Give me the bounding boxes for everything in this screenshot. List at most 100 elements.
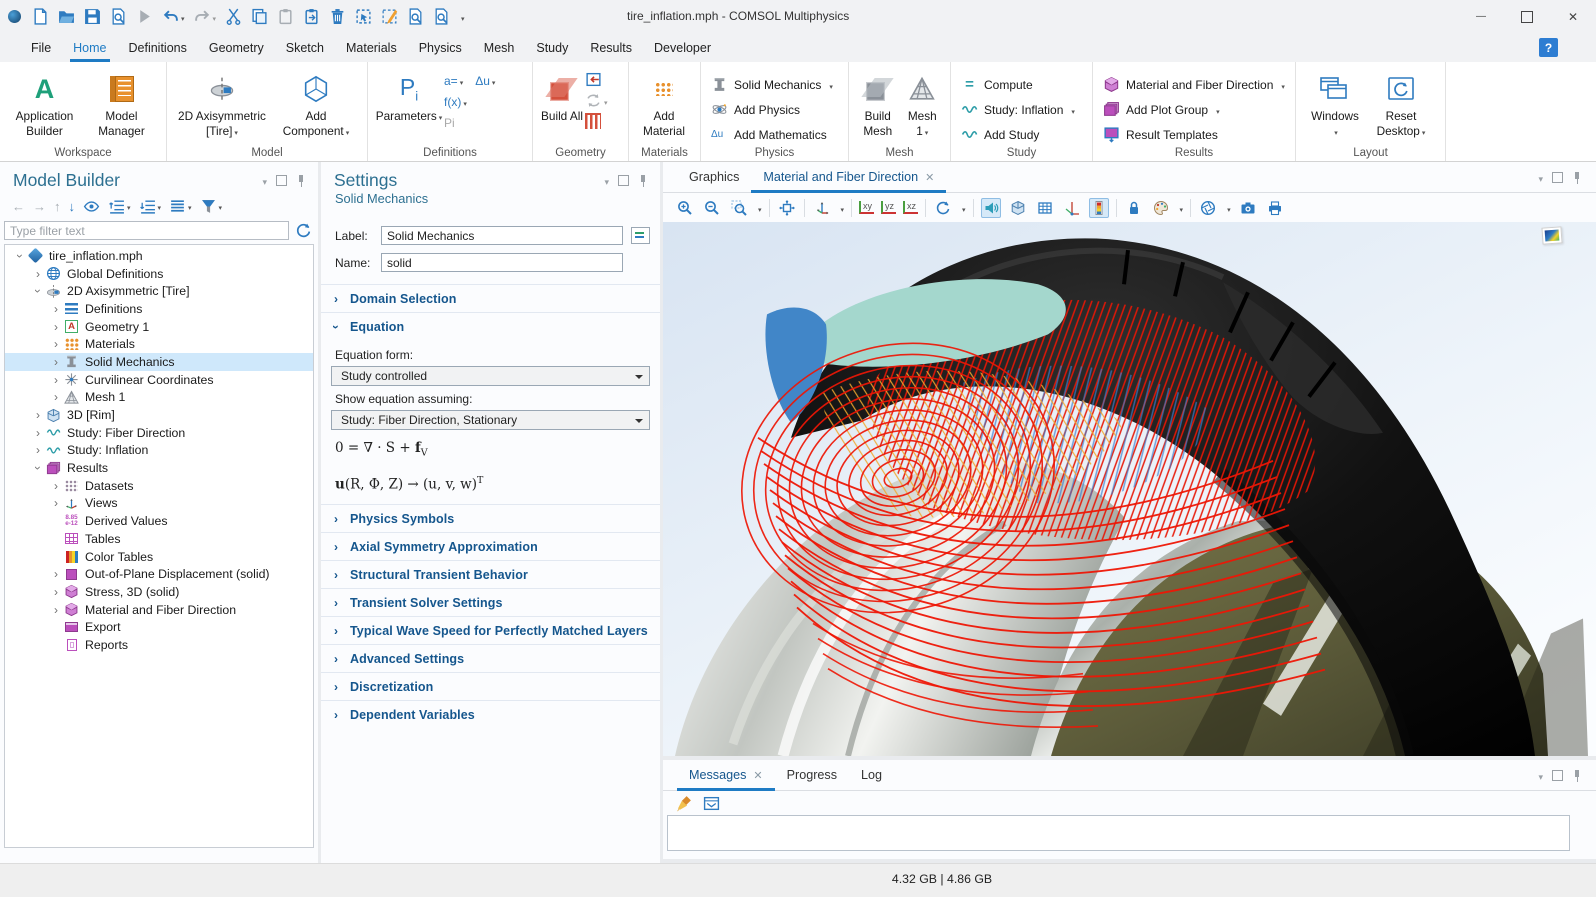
tree-item-study-inflation[interactable]: Study: Inflation xyxy=(5,442,313,460)
go-to-yz-view-button[interactable]: yz xyxy=(881,201,896,214)
build-mesh-button[interactable]: Build Mesh xyxy=(855,66,900,138)
section-wave-speed[interactable]: Typical Wave Speed for Perfectly Matched… xyxy=(321,616,660,644)
run-icon[interactable] xyxy=(136,8,153,25)
go-to-xz-view-button[interactable]: xz xyxy=(903,201,918,214)
section-equation[interactable]: Equation xyxy=(321,312,660,340)
tab-log[interactable]: Log xyxy=(849,760,894,790)
show-equation-select[interactable]: Study: Fiber Direction, Stationary xyxy=(331,410,650,430)
transparency-toggle[interactable] xyxy=(1008,198,1028,218)
go-to-xy-view-button[interactable]: xy xyxy=(859,201,874,214)
tree-item-3d-rim[interactable]: 3D [Rim] xyxy=(5,406,313,424)
customize-toolbar-chevron-icon[interactable] xyxy=(459,10,465,24)
save-icon[interactable] xyxy=(84,8,101,25)
section-axial-symmetry[interactable]: Axial Symmetry Approximation xyxy=(321,532,660,560)
name-input[interactable] xyxy=(381,253,623,272)
section-discretization[interactable]: Discretization xyxy=(321,672,660,700)
pin-panel-icon[interactable] xyxy=(1572,770,1582,782)
panel-menu-icon[interactable] xyxy=(1538,171,1543,185)
menu-mesh[interactable]: Mesh xyxy=(473,33,526,62)
new-file-icon[interactable] xyxy=(32,8,49,25)
expand-all-button[interactable] xyxy=(139,198,162,215)
tree-item-derived-values[interactable]: 8.85e-12Derived Values xyxy=(5,512,313,530)
maximize-button[interactable] xyxy=(1504,0,1550,33)
wireframe-toggle[interactable] xyxy=(1035,198,1055,218)
plot-thumbnail-icon[interactable] xyxy=(1541,226,1562,244)
close-tab-icon[interactable]: ✕ xyxy=(925,171,934,184)
zoom-in-button[interactable] xyxy=(675,198,695,218)
menu-materials[interactable]: Materials xyxy=(335,33,408,62)
find-icon[interactable] xyxy=(407,8,424,25)
expander-icon[interactable] xyxy=(49,373,63,387)
expander-icon[interactable] xyxy=(49,496,63,510)
expander-icon[interactable] xyxy=(49,603,63,617)
add-study-button[interactable]: Add Study xyxy=(957,122,1079,147)
expander-icon[interactable] xyxy=(49,355,63,369)
section-dependent-variables[interactable]: Dependent Variables xyxy=(321,700,660,728)
menu-geometry[interactable]: Geometry xyxy=(198,33,275,62)
section-physics-symbols[interactable]: Physics Symbols xyxy=(321,504,660,532)
nonlocal-couplings-button[interactable]: Δu xyxy=(475,74,495,88)
tree-item-study-fiber-direction[interactable]: Study: Fiber Direction xyxy=(5,424,313,442)
expander-icon[interactable] xyxy=(31,408,45,422)
panel-menu-icon[interactable] xyxy=(604,174,609,188)
color-theme-button[interactable] xyxy=(1151,198,1171,218)
delete-icon[interactable] xyxy=(329,8,346,25)
detach-panel-icon[interactable] xyxy=(276,175,287,186)
expander-icon[interactable] xyxy=(49,567,63,581)
tree-filter-input[interactable] xyxy=(4,221,289,240)
add-plot-group-button[interactable]: Add Plot Group xyxy=(1099,97,1289,122)
collapse-all-button[interactable] xyxy=(108,198,131,215)
default-view-button[interactable] xyxy=(812,198,832,218)
tab-material-fiber-direction[interactable]: Material and Fiber Direction✕ xyxy=(751,162,946,192)
move-up-icon[interactable]: ↑ xyxy=(54,199,61,214)
add-physics-button[interactable]: Add Physics xyxy=(707,97,837,122)
tree-item-curvilinear-coordinates[interactable]: Curvilinear Coordinates xyxy=(5,371,313,389)
snapshot-button[interactable] xyxy=(1238,198,1258,218)
expander-icon[interactable] xyxy=(31,461,45,475)
tree-item-color-tables[interactable]: Color Tables xyxy=(5,548,313,566)
section-transient-solver[interactable]: Transient Solver Settings xyxy=(321,588,660,616)
work-plane-icon[interactable] xyxy=(585,113,601,129)
expander-icon[interactable] xyxy=(31,267,45,281)
panel-menu-icon[interactable] xyxy=(262,174,267,188)
back-icon[interactable]: ← xyxy=(12,199,25,214)
tree-item-results[interactable]: Results xyxy=(5,459,313,477)
tree-item-stress-3d[interactable]: Stress, 3D (solid) xyxy=(5,583,313,601)
add-mathematics-button[interactable]: Δu Add Mathematics xyxy=(707,122,837,147)
equation-form-select[interactable]: Study controlled xyxy=(331,366,650,386)
tab-graphics[interactable]: Graphics xyxy=(677,162,751,192)
copy-icon[interactable] xyxy=(251,8,268,25)
study-inflation-button[interactable]: Study: Inflation xyxy=(957,97,1079,122)
expander-icon[interactable] xyxy=(49,320,63,334)
expander-icon[interactable] xyxy=(49,585,63,599)
tree-item-root[interactable]: tire_inflation.mph xyxy=(5,247,313,265)
windows-button[interactable]: Windows xyxy=(1302,66,1368,138)
tree-item-mesh-1[interactable]: Mesh 1 xyxy=(5,389,313,407)
expander-icon[interactable] xyxy=(31,426,45,440)
tree-item-solid-mechanics[interactable]: Solid Mechanics xyxy=(5,353,313,371)
cut-icon[interactable] xyxy=(225,8,242,25)
menu-study[interactable]: Study xyxy=(525,33,579,62)
zoom-extents-button[interactable] xyxy=(777,198,797,218)
menu-results[interactable]: Results xyxy=(579,33,643,62)
forward-icon[interactable]: → xyxy=(33,199,46,214)
view-lock-button[interactable] xyxy=(1124,198,1144,218)
minimize-button[interactable] xyxy=(1458,0,1504,33)
expander-icon[interactable] xyxy=(13,249,27,263)
application-builder-button[interactable]: A Application Builder xyxy=(6,66,83,138)
detach-panel-icon[interactable] xyxy=(1552,770,1563,781)
mesh-1-button[interactable]: Mesh 1 xyxy=(900,66,944,138)
paste-icon[interactable] xyxy=(277,8,294,25)
tab-progress[interactable]: Progress xyxy=(775,760,849,790)
detach-panel-icon[interactable] xyxy=(618,175,629,186)
tree-item-2d-axisymmetric[interactable]: 2D Axisymmetric [Tire] xyxy=(5,282,313,300)
add-material-button[interactable]: Add Material xyxy=(635,66,693,138)
variables-button[interactable]: a= xyxy=(444,74,463,88)
result-templates-button[interactable]: Result Templates xyxy=(1099,122,1289,147)
clear-messages-icon[interactable] xyxy=(676,795,693,812)
pin-panel-icon[interactable] xyxy=(1572,172,1582,184)
axisymmetric-button[interactable]: 2D Axisymmetric [Tire] xyxy=(173,66,271,138)
tree-item-material-fiber-direction[interactable]: Material and Fiber Direction xyxy=(5,601,313,619)
filter-button[interactable] xyxy=(200,198,223,215)
tree-item-materials[interactable]: Materials xyxy=(5,335,313,353)
